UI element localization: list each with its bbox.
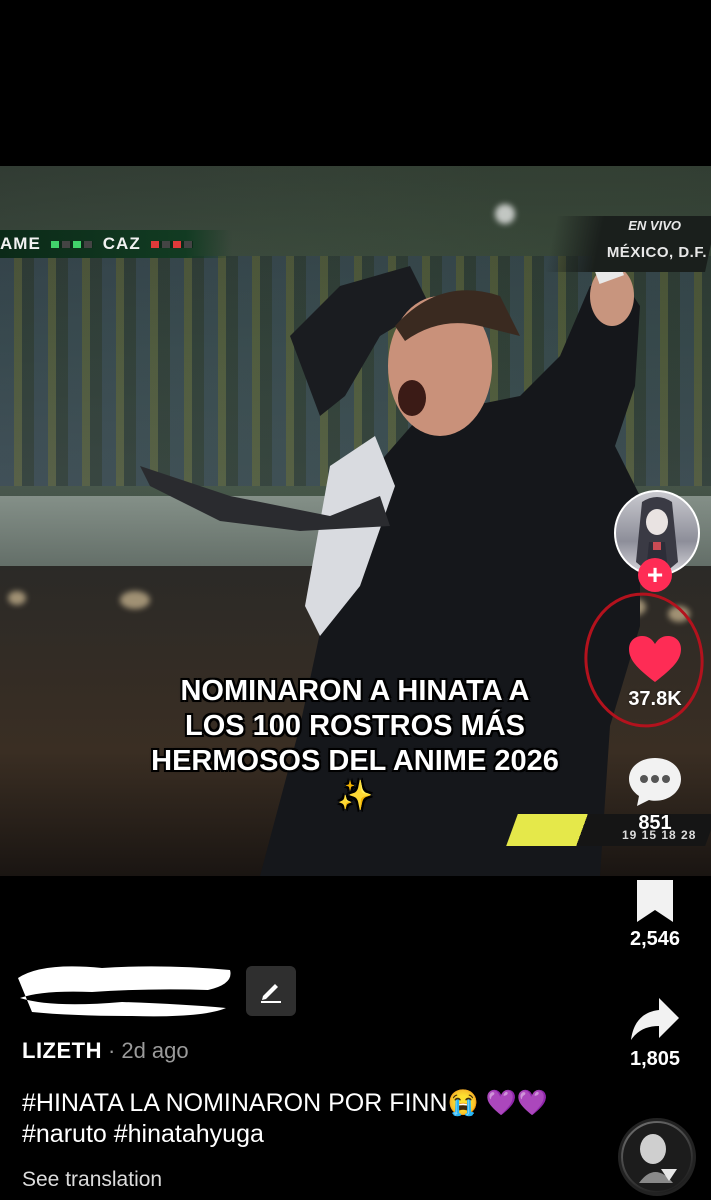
share-count: 1,805 bbox=[629, 1048, 681, 1070]
share-icon bbox=[631, 998, 679, 1040]
video-caption: NOMINARON A HINATA A LOS 100 ROSTROS MÁS… bbox=[151, 675, 559, 812]
team-left: AME bbox=[0, 234, 41, 253]
share-button[interactable]: 1,805 bbox=[605, 996, 705, 1071]
plus-icon: + bbox=[646, 559, 664, 590]
scoreboard: AME CAZ bbox=[0, 230, 232, 258]
post-time: 2d ago bbox=[121, 1038, 189, 1063]
meta-separator: · bbox=[108, 1038, 116, 1063]
post-meta: LIZETH · 2d ago bbox=[22, 1038, 189, 1064]
live-label: EN VIVO bbox=[628, 218, 681, 233]
comment-count: 851 bbox=[638, 812, 672, 834]
comment-icon bbox=[629, 758, 681, 806]
music-disc[interactable] bbox=[618, 1118, 696, 1196]
music-cover-image bbox=[623, 1123, 691, 1191]
edit-button[interactable] bbox=[246, 966, 296, 1016]
team-right: CAZ bbox=[102, 234, 141, 253]
pencil-icon bbox=[261, 984, 281, 1003]
location-label: MÉXICO, D.F. bbox=[606, 244, 707, 261]
comment-button[interactable]: 851 bbox=[605, 756, 705, 835]
bookmark-icon bbox=[637, 880, 673, 922]
bookmark-button[interactable]: 2,546 bbox=[605, 878, 705, 951]
save-count: 2,546 bbox=[629, 928, 681, 950]
score-dots bbox=[50, 240, 93, 248]
follow-button[interactable]: + bbox=[638, 558, 672, 592]
score-dots bbox=[150, 240, 193, 248]
see-translation-link[interactable]: See translation bbox=[22, 1168, 162, 1192]
author-name[interactable]: LIZETH bbox=[22, 1038, 102, 1063]
red-circle-annotation bbox=[584, 592, 704, 728]
redacted-username-scribble bbox=[18, 966, 231, 1017]
post-description[interactable]: #HINATA LA NOMINARON POR FINN😭 💜💜 #narut… bbox=[22, 1088, 582, 1150]
